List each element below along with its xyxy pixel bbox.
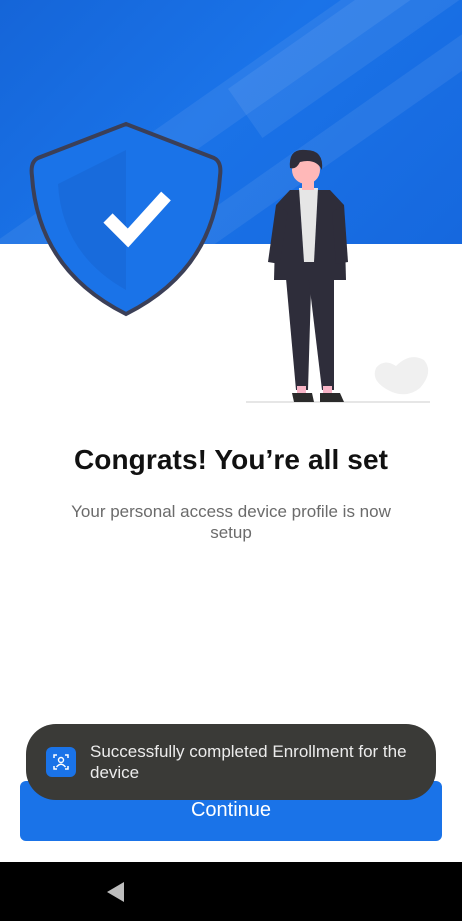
system-navigation-bar: [0, 862, 462, 921]
page-title: Congrats! You’re all set: [73, 444, 389, 475]
toast-message: Successfully completed Enrollment for th…: [90, 742, 407, 782]
page-subtitle: Your personal access device profile is n…: [71, 502, 391, 542]
app-icon: [46, 747, 76, 777]
toast-notification: Successfully completed Enrollment for th…: [26, 724, 436, 800]
heart-shape: [374, 357, 429, 395]
back-triangle-icon[interactable]: [104, 880, 128, 904]
success-illustration: [29, 121, 430, 403]
shield-check-icon: [29, 121, 223, 317]
continue-button-label: Continue: [190, 799, 272, 821]
person-figure: [268, 149, 348, 402]
